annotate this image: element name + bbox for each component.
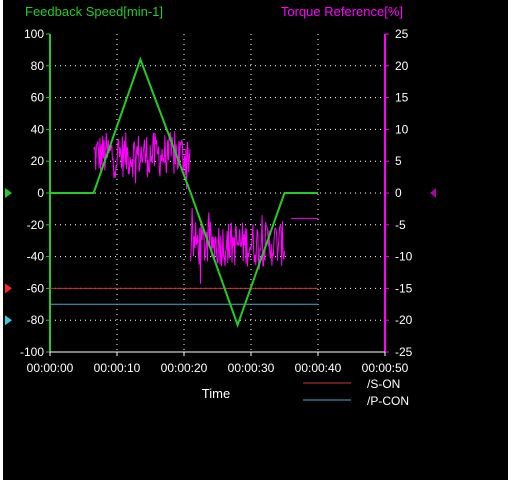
right-tick-label: -15 (395, 281, 413, 295)
legend-label: /P-CON (367, 394, 409, 408)
left-tick-label: -20 (27, 218, 45, 232)
left-tick-label: -60 (27, 281, 45, 295)
left-axis-title: Feedback Speed[min-1] (25, 4, 163, 19)
trace-window: Feedback Speed[min-1] Torque Reference[%… (0, 0, 511, 484)
x-tick-label: 00:00:40 (295, 361, 342, 375)
torque-zero-marker (430, 188, 436, 198)
x-tick-label: 00:00:10 (94, 361, 141, 375)
left-tick-label: 40 (31, 122, 45, 136)
right-tick-label: 10 (395, 122, 409, 136)
torque-reference-trace (190, 207, 285, 284)
right-tick-label: -25 (395, 345, 413, 359)
left-tick-label: 20 (31, 154, 45, 168)
left-tick-label: 0 (37, 186, 44, 200)
trace-chart: Feedback Speed[min-1] Torque Reference[%… (5, 4, 436, 408)
right-tick-label: -5 (395, 218, 406, 232)
speed-zero-marker (5, 188, 12, 198)
right-tick-label: 0 (395, 186, 402, 200)
left-tick-label: 80 (31, 59, 45, 73)
right-tick-labels: 25 20 15 10 5 0 -5 -10 -15 -20 -25 (385, 27, 413, 359)
left-tick-label: 100 (24, 27, 44, 41)
left-tick-labels: 100 80 60 40 20 0 -20 -40 -60 -80 -100 (20, 27, 50, 359)
x-tick-label: 00:00:20 (161, 361, 208, 375)
x-tick-label: 00:00:30 (228, 361, 275, 375)
right-tick-label: -20 (395, 313, 413, 327)
right-tick-label: -10 (395, 250, 413, 264)
legend: /S-ON/P-CON (303, 377, 409, 408)
right-axis-title: Torque Reference[%] (281, 4, 403, 19)
p-con-marker (5, 315, 12, 326)
right-tick-label: 20 (395, 59, 409, 73)
x-tick-labels: 00:00:00 00:00:10 00:00:20 00:00:30 00:00:40… (27, 352, 409, 375)
x-tick-label: 00:00:50 (362, 361, 409, 375)
trace-panel: Feedback Speed[min-1] Torque Reference[%… (3, 0, 508, 480)
right-tick-label: 5 (395, 154, 402, 168)
right-tick-label: 15 (395, 91, 409, 105)
right-tick-label: 25 (395, 27, 409, 41)
torque-reference-trace (93, 131, 191, 190)
left-tick-label: -80 (27, 313, 45, 327)
left-tick-label: -100 (20, 345, 44, 359)
x-axis-title: Time (202, 386, 230, 401)
s-on-marker (5, 283, 12, 294)
legend-label: /S-ON (367, 377, 400, 391)
left-tick-label: 60 (31, 91, 45, 105)
left-tick-label: -40 (27, 250, 45, 264)
x-tick-label: 00:00:00 (27, 361, 74, 375)
